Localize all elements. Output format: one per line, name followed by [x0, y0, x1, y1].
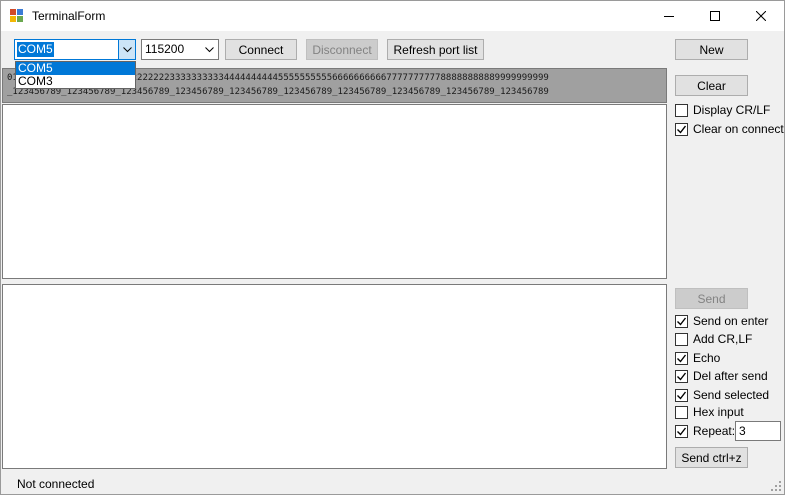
- port-combo[interactable]: COM5: [14, 39, 136, 60]
- maximize-icon: [710, 11, 720, 21]
- checkbox-label: Display CR/LF: [693, 103, 771, 117]
- port-combo-value: COM5: [17, 42, 54, 57]
- send-selected-checkbox[interactable]: Send selected: [675, 387, 769, 403]
- receive-text-area[interactable]: [2, 104, 667, 279]
- check-mark-icon: [677, 125, 687, 134]
- clear-on-connect-checkbox[interactable]: Clear on connect: [675, 121, 784, 137]
- checkbox-box: [675, 405, 688, 419]
- checkbox-label: Echo: [693, 351, 721, 365]
- checkbox-label: Add CR,LF: [693, 332, 753, 346]
- checkbox-box: [675, 122, 688, 136]
- checkbox-box: [675, 388, 688, 402]
- baud-combo-value: 115200: [145, 42, 185, 56]
- clear-button[interactable]: Clear: [675, 75, 748, 96]
- status-text: Not connected: [17, 477, 95, 491]
- checkbox-label: Hex input: [693, 405, 744, 419]
- checkbox-label: Del after send: [693, 369, 768, 383]
- check-mark-icon: [677, 391, 687, 400]
- minimize-icon: [664, 16, 674, 17]
- title-bar[interactable]: TerminalForm: [1, 1, 784, 31]
- checkbox-label: Repeat:: [693, 424, 736, 438]
- check-mark-icon: [677, 427, 687, 436]
- checkbox-label: Clear on connect: [693, 122, 784, 136]
- checkbox-box: [675, 103, 688, 117]
- hex-input-checkbox[interactable]: Hex input: [675, 404, 744, 420]
- chevron-down-icon[interactable]: [201, 40, 218, 59]
- repeat-count-input[interactable]: 3: [735, 421, 781, 441]
- send-ctrl-z-button[interactable]: Send ctrl+z: [675, 447, 748, 468]
- check-mark-icon: [677, 354, 687, 363]
- port-option-com3[interactable]: COM3: [16, 75, 135, 88]
- send-on-enter-checkbox[interactable]: Send on enter: [675, 313, 768, 329]
- refresh-port-list-button[interactable]: Refresh port list: [387, 39, 484, 60]
- add-crlf-checkbox[interactable]: Add CR,LF: [675, 331, 752, 347]
- close-icon: [756, 11, 766, 21]
- send-button[interactable]: Send: [675, 288, 748, 309]
- close-button[interactable]: [738, 1, 784, 31]
- del-after-send-checkbox[interactable]: Del after send: [675, 368, 768, 384]
- repeat-checkbox[interactable]: Repeat:: [675, 423, 735, 439]
- checkbox-label: Send selected: [693, 388, 770, 402]
- connect-button[interactable]: Connect: [225, 39, 297, 60]
- chevron-down-icon[interactable]: [118, 40, 135, 59]
- checkbox-box: [675, 332, 688, 346]
- echo-checkbox[interactable]: Echo: [675, 350, 720, 366]
- maximize-button[interactable]: [692, 1, 738, 31]
- check-mark-icon: [677, 317, 687, 326]
- display-crlf-checkbox[interactable]: Display CR/LF: [675, 102, 770, 118]
- check-mark-icon: [677, 372, 687, 381]
- checkbox-box: [675, 351, 688, 365]
- checkbox-box: [675, 424, 688, 438]
- baud-combo[interactable]: 115200: [141, 39, 219, 60]
- checkbox-box: [675, 369, 688, 383]
- minimize-button[interactable]: [646, 1, 692, 31]
- terminal-form-window: TerminalForm COM5 115200 Connect Disconn…: [0, 0, 785, 495]
- new-button[interactable]: New: [675, 39, 748, 60]
- send-text-area[interactable]: [2, 284, 667, 469]
- checkbox-label: Send on enter: [693, 314, 769, 328]
- disconnect-button[interactable]: Disconnect: [306, 39, 378, 60]
- port-dropdown-list[interactable]: COM5 COM3: [15, 61, 136, 89]
- app-window-icon: [10, 9, 24, 23]
- checkbox-box: [675, 314, 688, 328]
- window-title: TerminalForm: [32, 9, 106, 23]
- resize-grip-icon[interactable]: [770, 480, 782, 492]
